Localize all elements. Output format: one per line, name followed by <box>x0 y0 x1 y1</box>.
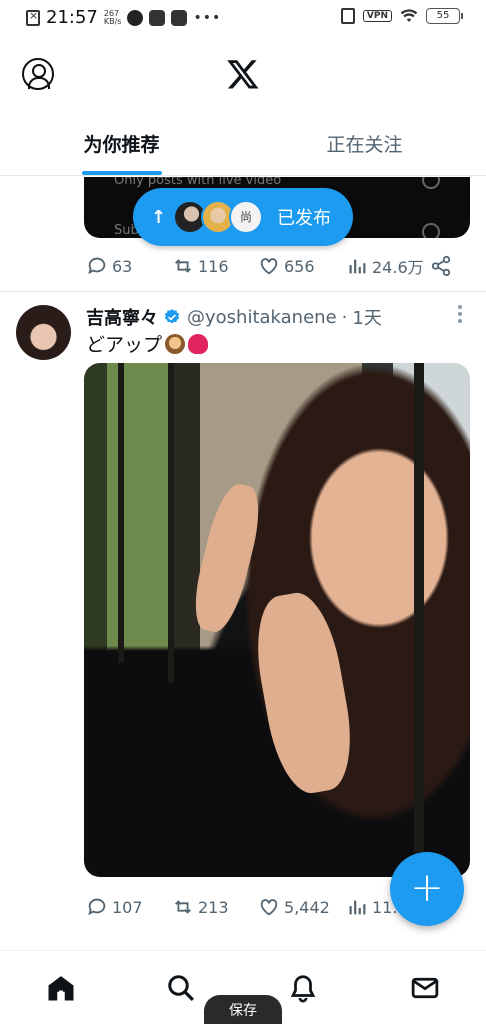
previous-tweet-actions: 63 116 656 24.6万 <box>86 251 466 281</box>
tweet-header: 吉高寧々 @yoshitakanene · 1天 <box>86 303 471 331</box>
status-bar: 21:57 267 KB/s ••• VPN 55 <box>0 0 486 36</box>
radio-icon <box>422 177 440 189</box>
avatar[interactable] <box>16 305 71 360</box>
home-icon[interactable] <box>46 973 76 1003</box>
save-toast[interactable]: 保存 <box>204 995 282 1024</box>
reply-count: 107 <box>112 897 143 917</box>
tab-following[interactable]: 正在关注 <box>243 120 486 175</box>
avatar: 尚 <box>229 200 263 234</box>
tab-following-label: 正在关注 <box>326 134 403 156</box>
reply-button[interactable]: 107 <box>86 896 143 918</box>
tab-for-you-label: 为你推荐 <box>83 134 160 156</box>
window-frame <box>168 363 174 683</box>
views-button[interactable]: 11. <box>346 896 397 918</box>
status-time: 21:57 <box>46 7 98 28</box>
pill-avatars: 尚 <box>173 200 263 234</box>
repost-button[interactable]: 116 <box>172 255 229 277</box>
notification-icon <box>26 9 40 26</box>
view-count: 24.6万 <box>372 258 424 277</box>
post-time: 1天 <box>352 308 382 329</box>
status-bar-left: 21:57 267 KB/s ••• <box>26 7 221 28</box>
like-count: 656 <box>284 256 315 276</box>
repost-icon <box>175 900 191 914</box>
like-button[interactable]: 5,442 <box>258 896 330 918</box>
repost-icon <box>175 259 191 273</box>
share-button[interactable] <box>430 255 452 277</box>
verified-badge-icon <box>164 309 180 324</box>
app-screen: 21:57 267 KB/s ••• VPN 55 <box>0 0 486 1024</box>
window-frame <box>414 363 424 877</box>
more-notifications-icon: ••• <box>193 9 222 26</box>
media-caption: Only posts with live video <box>114 177 282 188</box>
share-icon <box>431 255 451 277</box>
app-notification-icon-2 <box>149 9 166 26</box>
separator-dot: · <box>341 306 348 328</box>
vibrate-icon <box>340 8 355 24</box>
views-button[interactable]: 24.6万 <box>346 254 424 278</box>
notifications-icon[interactable] <box>288 973 318 1003</box>
status-bar-right: VPN 55 <box>340 8 463 24</box>
reply-count: 63 <box>112 256 133 276</box>
battery-indicator: 55 <box>426 8 463 24</box>
repost-button[interactable]: 213 <box>172 896 229 918</box>
messages-icon[interactable] <box>410 973 440 1003</box>
new-posts-label: 已发布 <box>277 208 331 229</box>
profile-icon[interactable] <box>22 58 54 90</box>
photo-hand <box>186 479 268 637</box>
see-no-evil-monkey-icon <box>165 334 186 354</box>
reply-button[interactable]: 63 <box>86 255 132 277</box>
tweet-photo[interactable] <box>84 363 470 877</box>
timeline-tabs: 为你推荐 正在关注 <box>0 120 486 176</box>
tweet-text-body: どアップ <box>86 334 163 356</box>
active-tab-indicator <box>82 171 162 175</box>
reply-icon <box>88 257 106 275</box>
wifi-icon <box>400 9 418 22</box>
heart-icon <box>260 258 278 275</box>
tab-for-you[interactable]: 为你推荐 <box>0 120 243 175</box>
more-options-icon[interactable] <box>456 305 464 327</box>
x-logo-icon <box>227 60 259 89</box>
network-speed: 267 KB/s <box>103 9 122 26</box>
repost-count: 116 <box>198 256 229 276</box>
top-bar <box>0 40 486 110</box>
like-count: 5,442 <box>284 897 330 917</box>
tweet-text: どアップ <box>86 330 209 357</box>
like-button[interactable]: 656 <box>258 255 315 277</box>
display-name[interactable]: 吉高寧々 <box>86 304 158 330</box>
user-handle[interactable]: @yoshitakanene <box>187 307 337 328</box>
reply-icon <box>88 898 106 916</box>
radio-icon <box>422 223 440 238</box>
heart-icon <box>260 899 278 916</box>
new-posts-pill[interactable]: ↑ 尚 已发布 <box>133 188 353 246</box>
views-icon <box>349 900 366 915</box>
tweet-divider <box>0 291 486 292</box>
sparkling-heart-icon <box>188 334 209 354</box>
arrow-up-icon: ↑ <box>151 206 167 228</box>
photo-hand <box>247 587 361 799</box>
window-frame <box>118 363 124 663</box>
vpn-badge: VPN <box>362 10 392 22</box>
app-notification-icon-3 <box>171 9 188 26</box>
compose-button[interactable]: + <box>390 852 464 926</box>
repost-count: 213 <box>198 897 229 917</box>
network-speed-unit: KB/s <box>103 16 122 26</box>
app-notification-icon <box>127 9 144 26</box>
views-icon <box>349 259 366 274</box>
search-icon[interactable] <box>166 973 196 1003</box>
